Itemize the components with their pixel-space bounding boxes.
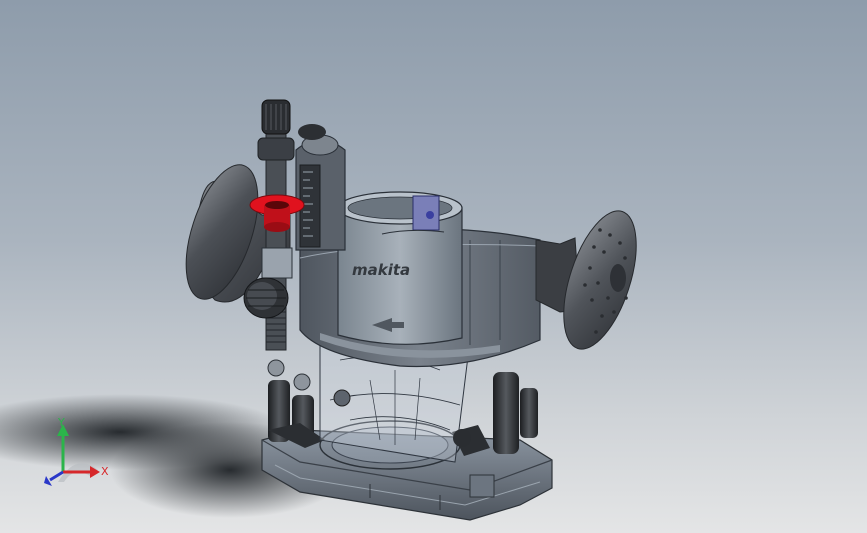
depth-column[interactable] — [295, 124, 346, 251]
motor-ring[interactable]: makita — [337, 191, 463, 345]
left-post — [267, 359, 325, 448]
router-3d-model[interactable]: makita Y X — [0, 0, 867, 533]
triad-y-label: Y — [57, 416, 65, 429]
graphics-viewport[interactable]: makita Y X — [0, 0, 867, 533]
lock-knob[interactable] — [243, 277, 289, 319]
brand-logo: makita — [352, 261, 410, 279]
right-handle-knob[interactable] — [535, 202, 651, 357]
triad-x-label: X — [101, 465, 109, 478]
